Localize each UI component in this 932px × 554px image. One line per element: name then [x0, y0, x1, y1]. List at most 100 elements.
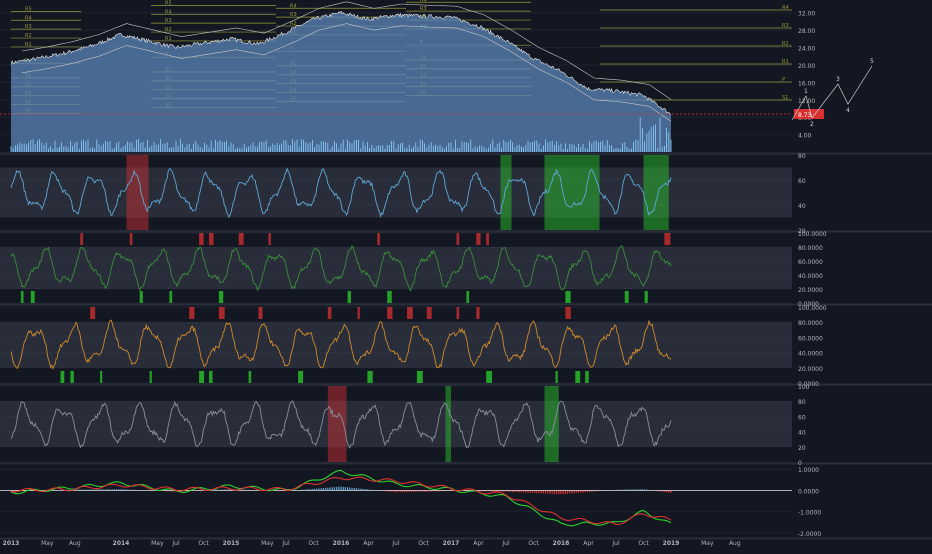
- pivot-level-label: R2: [25, 33, 32, 39]
- sell-signal-tick: [377, 233, 380, 245]
- x-tick-label: Apr: [363, 540, 374, 547]
- x-tick-label: Oct: [418, 540, 429, 547]
- wave-label: 1: [804, 88, 808, 95]
- oversold-signal-region: [644, 155, 669, 230]
- y-tick-label: 80: [798, 153, 806, 160]
- y-tick-label: 60: [798, 178, 806, 185]
- x-tick-label: 2014: [113, 540, 130, 547]
- sell-signal-tick: [130, 233, 133, 245]
- buy-signal-tick: [367, 371, 372, 383]
- y-tick-label: 20.00: [798, 63, 815, 70]
- pivot-level-label: R4: [782, 5, 789, 11]
- y-tick-label: 0: [798, 460, 802, 467]
- pivot-level-label: R5: [25, 6, 32, 12]
- y-tick-label: 60: [798, 414, 806, 421]
- buy-signal-tick: [219, 291, 223, 303]
- buy-signal-tick: [61, 371, 65, 383]
- sell-signal-tick: [457, 233, 460, 245]
- y-tick-label: 24.00: [798, 46, 815, 53]
- x-tick-label: May: [701, 540, 714, 547]
- buy-signal-tick: [199, 371, 204, 383]
- sell-signal-tick: [268, 233, 270, 245]
- x-tick-label: 2015: [223, 540, 240, 547]
- pivot-level-label: P: [782, 77, 785, 83]
- sell-signal-tick: [407, 307, 413, 319]
- x-tick-label: May: [261, 540, 274, 547]
- y-tick-label: 1.0000: [798, 467, 819, 474]
- pivot-level-label: R4: [420, 0, 427, 3]
- x-tick-label: 2013: [3, 540, 20, 547]
- pivot-level-label: R3: [290, 12, 297, 18]
- pivot-level-label: S1: [782, 95, 788, 101]
- x-tick-label: Jul: [611, 540, 620, 547]
- x-tick-label: Oct: [528, 540, 539, 547]
- buy-signal-tick: [348, 291, 351, 303]
- buy-signal-tick: [625, 291, 629, 303]
- x-tick-label: Oct: [638, 540, 649, 547]
- x-tick-label: Jul: [391, 540, 400, 547]
- oversold-signal-region: [545, 386, 559, 462]
- buy-signal-tick: [70, 371, 73, 383]
- buy-signal-tick: [585, 371, 589, 383]
- pivot-level-label: R4: [165, 9, 172, 15]
- buy-signal-tick: [31, 291, 35, 303]
- y-tick-label: 40: [798, 203, 806, 210]
- chart-svg: 4.008.0012.0016.0020.0024.0028.0032.00R5…: [0, 0, 932, 550]
- oversold-signal-region: [446, 386, 452, 462]
- wave-label: 3: [836, 76, 840, 83]
- y-tick-label: -1.0000: [798, 510, 821, 517]
- sell-signal-tick: [90, 307, 95, 319]
- pivot-level-label: R3: [25, 24, 32, 30]
- pivot-level-label: R3: [782, 23, 789, 29]
- oversold-signal-region: [501, 155, 512, 230]
- y-tick-label: 16.00: [798, 80, 815, 87]
- y-tick-label: 80.0000: [798, 320, 823, 327]
- pivot-level-label: R4: [290, 3, 297, 9]
- y-tick-label: 0.0000: [798, 488, 819, 495]
- sell-signal-tick: [219, 307, 225, 319]
- buy-signal-tick: [417, 371, 423, 383]
- buy-signal-tick: [298, 371, 303, 383]
- y-tick-label: 80: [798, 399, 806, 406]
- pivot-level-label: R2: [782, 41, 789, 47]
- sell-signal-tick: [486, 233, 489, 245]
- x-tick-label: 2017: [443, 540, 460, 547]
- x-tick-label: 2018: [553, 540, 570, 547]
- y-tick-label: 20: [798, 445, 806, 452]
- buy-signal-tick: [486, 371, 492, 383]
- buy-signal-tick: [169, 291, 172, 303]
- buy-signal-tick: [556, 371, 558, 383]
- sell-signal-tick: [80, 233, 83, 245]
- sell-signal-tick: [427, 307, 432, 319]
- x-tick-label: May: [41, 540, 54, 547]
- y-tick-label: 100: [798, 384, 810, 391]
- y-tick-label: 20.0000: [798, 366, 823, 373]
- wave-label: 4: [846, 107, 850, 114]
- pivot-level-label: R3: [420, 6, 427, 12]
- overbought-oversold-band: [0, 168, 792, 218]
- sell-signal-tick: [199, 233, 203, 245]
- pivot-level-label: R1: [25, 42, 32, 48]
- buy-signal-tick: [249, 371, 252, 383]
- sell-signal-tick: [565, 307, 570, 319]
- sell-signal-tick: [239, 233, 244, 245]
- y-tick-label: 100.0000: [798, 231, 827, 238]
- y-tick-label: 40.0000: [798, 351, 823, 358]
- y-tick-label: 60.0000: [798, 259, 823, 266]
- overbought-signal-region: [127, 155, 149, 230]
- last-price-label: 8.73: [798, 112, 812, 119]
- buy-signal-tick: [150, 371, 152, 383]
- x-tick-label: Aug: [729, 540, 741, 547]
- chart-stage: 4.008.0012.0016.0020.0024.0028.0032.00R5…: [0, 0, 932, 550]
- y-tick-label: 4.00: [798, 133, 812, 140]
- buy-signal-tick: [387, 291, 392, 303]
- y-tick-label: -2.0000: [798, 531, 821, 538]
- pivot-level-label: R1: [165, 36, 172, 42]
- x-tick-label: 2016: [333, 540, 350, 547]
- buy-signal-tick: [209, 371, 213, 383]
- buy-signal-tick: [565, 291, 570, 303]
- y-tick-label: 28.00: [798, 28, 815, 35]
- pivot-level-label: R3: [165, 18, 172, 24]
- buy-signal-tick: [466, 291, 469, 303]
- x-tick-label: Aug: [69, 540, 81, 547]
